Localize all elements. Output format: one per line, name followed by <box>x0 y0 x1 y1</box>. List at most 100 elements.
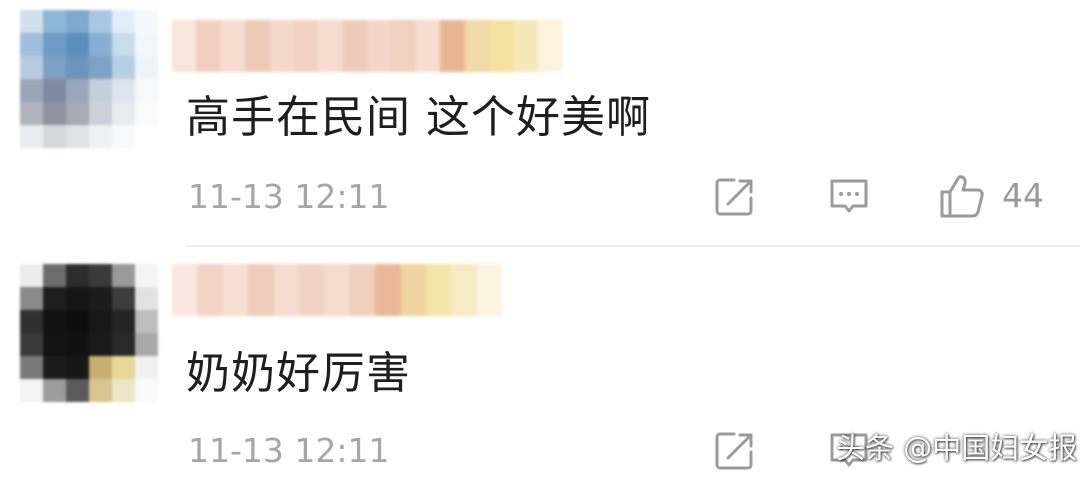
avatar-pixel <box>112 310 135 333</box>
avatar-pixel <box>112 56 135 79</box>
avatar-pixel <box>112 125 135 148</box>
avatar-pixel <box>89 125 112 148</box>
username-pixel <box>375 264 401 316</box>
avatar-pixel <box>43 287 66 310</box>
avatar-pixel <box>112 102 135 125</box>
avatar-pixel <box>89 310 112 333</box>
username-pixel <box>269 20 294 72</box>
username-pixel <box>324 264 350 316</box>
avatar-pixel <box>66 33 89 56</box>
avatar-pixel <box>43 33 66 56</box>
username-pixel <box>391 20 416 72</box>
avatar-pixel <box>135 10 158 33</box>
avatar-pixel <box>112 33 135 56</box>
avatar-pixel <box>20 125 43 148</box>
avatar-pixel <box>135 33 158 56</box>
avatar-pixel <box>20 56 43 79</box>
username-pixel <box>298 264 325 316</box>
username-pixel <box>197 264 223 316</box>
avatar-pixel <box>89 379 112 402</box>
avatar-pixel <box>20 102 43 125</box>
share-icon <box>715 432 753 470</box>
username-pixel <box>273 264 299 316</box>
comment-timestamp: 11-13 12:11 <box>188 431 390 470</box>
username-pixel <box>342 20 367 72</box>
comment-item: 高手在民间 这个好美啊 11-13 12:11 44 <box>0 0 1080 245</box>
avatar-pixel <box>112 287 135 310</box>
username-pixel <box>513 20 538 72</box>
username-pixel <box>476 264 503 316</box>
thumbs-up-icon <box>940 175 984 218</box>
avatar-pixel <box>66 102 89 125</box>
avatar-pixel <box>43 310 66 333</box>
username-pixel <box>488 20 514 72</box>
username-pixel <box>172 264 198 316</box>
avatar-pixel <box>43 379 66 402</box>
avatar-pixel <box>135 56 158 79</box>
share-button[interactable] <box>714 176 756 218</box>
username-pixel <box>248 264 274 316</box>
avatar-pixel <box>135 287 158 310</box>
avatar-pixel <box>43 264 66 287</box>
comment-text: 高手在民间 这个好美啊 <box>186 92 651 143</box>
avatar-pixel <box>66 56 89 79</box>
avatar-pixel <box>66 333 89 356</box>
avatar-pixel <box>112 356 135 379</box>
avatar-pixel <box>20 287 43 310</box>
avatar-pixel <box>135 264 158 287</box>
username-pixel <box>415 20 441 72</box>
avatar-pixel <box>112 264 135 287</box>
username-blurred[interactable] <box>172 20 562 72</box>
like-button[interactable]: 44 <box>938 172 1044 220</box>
avatar-pixel <box>89 264 112 287</box>
username-pixel <box>440 20 465 72</box>
username-pixel <box>222 264 249 316</box>
comment-icon <box>830 179 868 213</box>
avatar-pixel <box>20 33 43 56</box>
avatar-pixel <box>66 79 89 102</box>
avatar-pixel <box>66 10 89 33</box>
watermark-text: 头条 @中国妇女报 <box>836 431 1078 465</box>
avatar-pixel <box>20 310 43 333</box>
avatar-pixel <box>112 79 135 102</box>
avatar-pixel <box>66 310 89 333</box>
avatar[interactable] <box>20 264 158 402</box>
avatar-pixel <box>43 79 66 102</box>
like-count: 44 <box>1002 176 1044 215</box>
username-pixel <box>172 20 197 72</box>
avatar-pixel <box>89 333 112 356</box>
avatar[interactable] <box>20 10 158 148</box>
username-pixel <box>245 20 270 72</box>
username-pixel <box>367 20 392 72</box>
avatar-pixel <box>66 125 89 148</box>
comment-text: 奶奶好厉害 <box>186 348 411 399</box>
username-blurred[interactable] <box>172 264 503 316</box>
share-icon <box>715 178 753 216</box>
avatar-pixel <box>20 10 43 33</box>
avatar-pixel <box>66 379 89 402</box>
avatar-pixel <box>66 356 89 379</box>
username-pixel <box>349 264 376 316</box>
avatar-pixel <box>20 333 43 356</box>
avatar-pixel <box>89 33 112 56</box>
username-pixel <box>293 20 319 72</box>
username-pixel <box>318 20 343 72</box>
avatar-pixel <box>20 379 43 402</box>
username-pixel <box>220 20 246 72</box>
avatar-pixel <box>135 379 158 402</box>
reply-button[interactable] <box>828 177 870 217</box>
avatar-pixel <box>112 379 135 402</box>
avatar-pixel <box>112 10 135 33</box>
avatar-pixel <box>43 56 66 79</box>
avatar-pixel <box>135 79 158 102</box>
comment-timestamp: 11-13 12:11 <box>188 177 390 216</box>
avatar-pixel <box>89 10 112 33</box>
avatar-pixel <box>135 102 158 125</box>
username-pixel <box>425 264 452 316</box>
avatar-pixel <box>89 102 112 125</box>
share-button[interactable] <box>714 430 756 472</box>
username-pixel <box>537 20 562 72</box>
username-pixel <box>196 20 221 72</box>
avatar-pixel <box>66 264 89 287</box>
avatar-pixel <box>135 125 158 148</box>
